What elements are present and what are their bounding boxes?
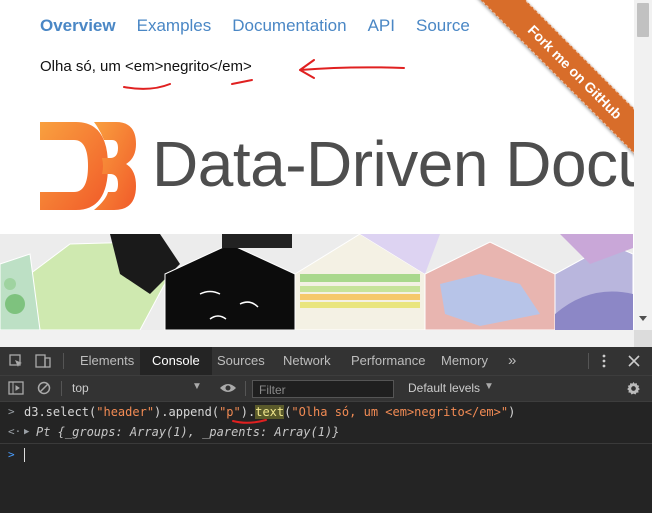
tab-elements[interactable]: Elements bbox=[72, 347, 142, 375]
tab-console[interactable]: Console bbox=[140, 347, 212, 375]
console-input-entry: > d3.select("header").append("p").text("… bbox=[0, 402, 652, 422]
vertical-scroll-thumb[interactable] bbox=[637, 3, 649, 37]
context-selector[interactable]: top ▼ bbox=[64, 376, 206, 401]
console-settings-gear-icon[interactable] bbox=[626, 381, 641, 396]
cmd-part-text-str: "Olha só, um <em>negrito</em>" bbox=[291, 405, 509, 419]
annotation-marks bbox=[123, 59, 405, 90]
annotation-underline-1 bbox=[123, 83, 171, 90]
cmd-part-close-paren: ) bbox=[508, 405, 516, 419]
close-devtools-icon[interactable] bbox=[628, 355, 640, 367]
annotation-underline-2 bbox=[231, 79, 253, 85]
input-prompt-icon: > bbox=[8, 405, 15, 418]
console-result-entry: <· ▶ Pt {_groups: Array(1), _parents: Ar… bbox=[0, 422, 652, 442]
tab-memory[interactable]: Memory bbox=[433, 347, 496, 375]
context-label: top bbox=[72, 381, 89, 395]
tab-sources[interactable]: Sources bbox=[209, 347, 273, 375]
fork-me-ribbon[interactable]: Fork me on GitHub bbox=[475, 0, 652, 160]
console-result-object[interactable]: Pt {_groups: Array(1), _parents: Array(1… bbox=[36, 422, 339, 442]
horizontal-scrollbar[interactable] bbox=[0, 330, 634, 347]
devtools-panel: Elements Console Sources Network Perform… bbox=[0, 347, 652, 513]
fork-ribbon-wrapper: Fork me on GitHub bbox=[440, 0, 652, 160]
device-toolbar-icon[interactable] bbox=[35, 354, 51, 368]
browser-page: Overview Examples Documentation API Sour… bbox=[0, 0, 652, 347]
cmd-part-append: ).append( bbox=[154, 405, 220, 419]
console-output[interactable]: > d3.select("header").append("p").text("… bbox=[0, 402, 652, 513]
result-arrow-icon: <· bbox=[8, 425, 22, 438]
live-expression-eye-icon[interactable] bbox=[219, 382, 237, 394]
thumb-photo bbox=[222, 234, 292, 248]
vertical-scrollbar[interactable] bbox=[634, 0, 652, 330]
annotation-arrow bbox=[299, 59, 405, 79]
context-dropdown-icon: ▼ bbox=[192, 381, 202, 392]
log-levels-label: Default levels bbox=[408, 381, 481, 395]
scroll-corner bbox=[634, 330, 652, 347]
d3-logo-icon bbox=[40, 122, 136, 210]
result-expand-icon[interactable]: ▶ bbox=[24, 422, 29, 442]
examples-banner[interactable] bbox=[0, 234, 633, 330]
kebab-menu-icon[interactable] bbox=[601, 354, 607, 368]
console-filter-input[interactable]: Filter bbox=[252, 380, 394, 398]
prompt-chevron-icon: > bbox=[8, 448, 15, 461]
banner-thumbnails bbox=[0, 234, 633, 330]
text-cursor bbox=[24, 448, 25, 462]
cmd-part-header-str: "header" bbox=[96, 405, 155, 419]
devtools-tab-bar: Elements Console Sources Network Perform… bbox=[0, 347, 652, 376]
more-tabs-icon[interactable]: » bbox=[504, 347, 520, 375]
levels-dropdown-icon: ▼ bbox=[484, 381, 494, 392]
console-toolbar: top ▼ Filter Default levels ▼ bbox=[0, 376, 652, 402]
tab-performance[interactable]: Performance bbox=[343, 347, 433, 375]
cmd-part-select: d3.select( bbox=[24, 405, 97, 419]
scroll-down-icon[interactable] bbox=[639, 316, 647, 321]
inspect-element-icon[interactable] bbox=[9, 354, 23, 368]
console-prompt-line[interactable]: > bbox=[0, 445, 652, 465]
log-levels-dropdown[interactable]: Default levels ▼ bbox=[402, 376, 502, 401]
tab-network[interactable]: Network bbox=[275, 347, 339, 375]
clear-console-icon[interactable] bbox=[37, 381, 51, 395]
show-sidebar-icon[interactable] bbox=[8, 381, 24, 395]
